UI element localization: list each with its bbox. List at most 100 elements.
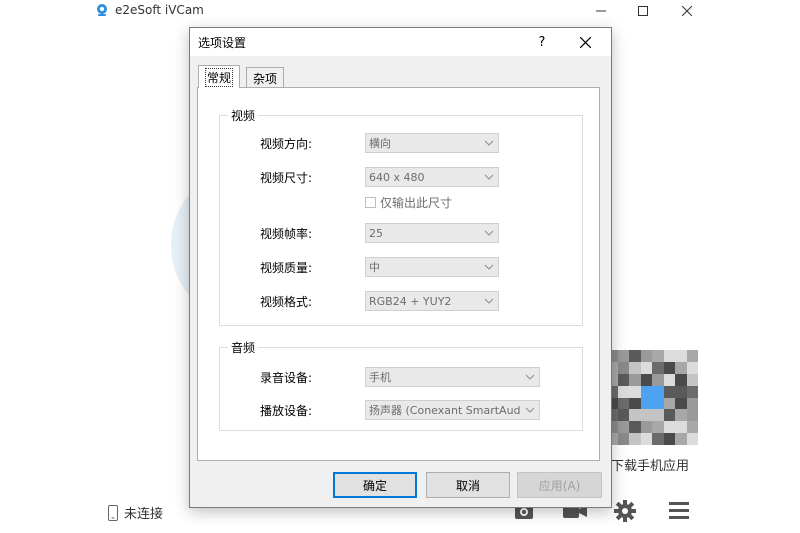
qr-cell: [663, 433, 675, 445]
app-title-bar: e2eSoft iVCam: [95, 3, 204, 17]
chevron-down-icon: [484, 230, 494, 236]
output-only-checkbox[interactable]: 仅输出此尺寸: [365, 194, 452, 211]
qr-cell: [652, 385, 664, 398]
record-device-value: 手机: [369, 371, 391, 384]
record-device-label: 录音设备:: [260, 371, 313, 385]
qr-cell: [640, 350, 652, 362]
menu-icon[interactable]: [668, 500, 690, 520]
audio-group: 音频 录音设备: 手机 播放设备: 扬声器 (Conexant SmartAud…: [219, 339, 583, 431]
app-title: e2eSoft iVCam: [115, 3, 204, 17]
qr-cell: [629, 373, 641, 386]
dialog-title: 选项设置: [198, 36, 247, 50]
qr-cell: [617, 385, 629, 398]
record-device-select[interactable]: 手机: [365, 367, 540, 387]
qr-cell: [640, 385, 652, 398]
playback-device-label: 播放设备:: [260, 404, 313, 418]
cancel-button[interactable]: 取消: [426, 472, 510, 498]
close-window-button[interactable]: [664, 0, 710, 22]
qr-cell: [652, 433, 664, 445]
qr-cell: [652, 350, 664, 362]
qr-cell: [686, 397, 698, 410]
ok-button[interactable]: 确定: [333, 472, 417, 498]
qr-cell: [663, 385, 675, 398]
maximize-button[interactable]: [620, 0, 666, 22]
apply-button[interactable]: 应用(A): [517, 472, 602, 498]
qr-cell: [675, 385, 687, 398]
quality-label: 视频质量:: [260, 261, 313, 275]
connection-status: 未连接: [108, 503, 163, 522]
orientation-select[interactable]: 横向: [365, 133, 499, 153]
qr-caption: 码下载手机应用: [598, 459, 690, 474]
tab-general[interactable]: 常规: [198, 65, 241, 88]
qr-cell: [663, 409, 675, 422]
qr-cell: [675, 433, 687, 445]
qr-cell: [640, 373, 652, 386]
qr-cell: [617, 361, 629, 374]
audio-group-legend: 音频: [228, 339, 259, 356]
qr-cell: [652, 373, 664, 386]
qr-cell: [629, 350, 641, 362]
minimize-button[interactable]: [578, 0, 624, 22]
minimize-icon: [596, 10, 606, 12]
qr-cell: [686, 350, 698, 362]
qr-cell: [663, 397, 675, 410]
qr-cell: [652, 421, 664, 434]
qr-cell: [675, 350, 687, 362]
qr-cell: [617, 421, 629, 434]
qr-cell: [663, 350, 675, 362]
qr-cell: [686, 385, 698, 398]
size-value: 640 x 480: [369, 170, 425, 184]
qr-cell: [629, 397, 641, 410]
close-icon: [579, 36, 591, 48]
qr-cell: [640, 433, 652, 445]
tab-panel-general: 视频 视频方向: 横向 视频尺寸: 640 x 480 仅输出此尺寸 视频帧率:…: [197, 87, 600, 461]
qr-cell: [640, 409, 652, 422]
options-dialog: 选项设置 ? 常规 杂项 视频 视频方向: 横向 视频尺寸: 640 x 480: [189, 27, 612, 508]
checkbox-box[interactable]: [365, 197, 376, 208]
qr-cell: [640, 361, 652, 374]
qr-cell: [675, 397, 687, 410]
qr-cell: [686, 409, 698, 422]
qr-cell: [686, 433, 698, 445]
qr-cell: [617, 433, 629, 445]
orientation-label: 视频方向:: [260, 137, 313, 151]
qr-cell: [686, 373, 698, 386]
webcam-icon: [97, 4, 107, 16]
video-group: 视频 视频方向: 横向 视频尺寸: 640 x 480 仅输出此尺寸 视频帧率:…: [219, 107, 583, 326]
framerate-select[interactable]: 25: [365, 223, 499, 243]
orientation-value: 横向: [369, 137, 391, 150]
dialog-close-button[interactable]: [573, 30, 597, 54]
chevron-down-icon: [525, 407, 535, 413]
qr-cell: [675, 373, 687, 386]
tab-misc-label: 杂项: [253, 71, 278, 86]
qr-cell: [663, 361, 675, 374]
quality-value: 中: [369, 261, 380, 274]
playback-device-select[interactable]: 扬声器 (Conexant SmartAudio H: [365, 400, 540, 420]
chevron-down-icon: [484, 264, 494, 270]
qr-cell: [686, 361, 698, 374]
size-label: 视频尺寸:: [260, 171, 313, 185]
qr-cell: [617, 350, 629, 362]
qr-cell: [675, 361, 687, 374]
chevron-down-icon: [484, 174, 494, 180]
qr-cell: [652, 397, 664, 410]
qr-cell: [652, 409, 664, 422]
qr-cell: [617, 397, 629, 410]
tab-misc[interactable]: 杂项: [246, 67, 285, 88]
qr-cell: [629, 433, 641, 445]
qr-cell: [640, 421, 652, 434]
maximize-icon: [638, 6, 648, 16]
framerate-label: 视频帧率:: [260, 227, 313, 241]
size-select[interactable]: 640 x 480: [365, 167, 499, 187]
format-select[interactable]: RGB24 + YUY2: [365, 291, 499, 311]
video-group-legend: 视频: [228, 107, 259, 124]
quality-select[interactable]: 中: [365, 257, 499, 277]
output-only-label: 仅输出此尺寸: [380, 196, 453, 210]
help-button[interactable]: ?: [530, 30, 554, 54]
chevron-down-icon: [525, 374, 535, 380]
dialog-title-bar: 选项设置 ?: [190, 28, 611, 56]
qr-cell: [663, 421, 675, 434]
qr-cell: [629, 361, 641, 374]
format-value: RGB24 + YUY2: [369, 294, 452, 308]
gear-icon[interactable]: [614, 500, 636, 522]
